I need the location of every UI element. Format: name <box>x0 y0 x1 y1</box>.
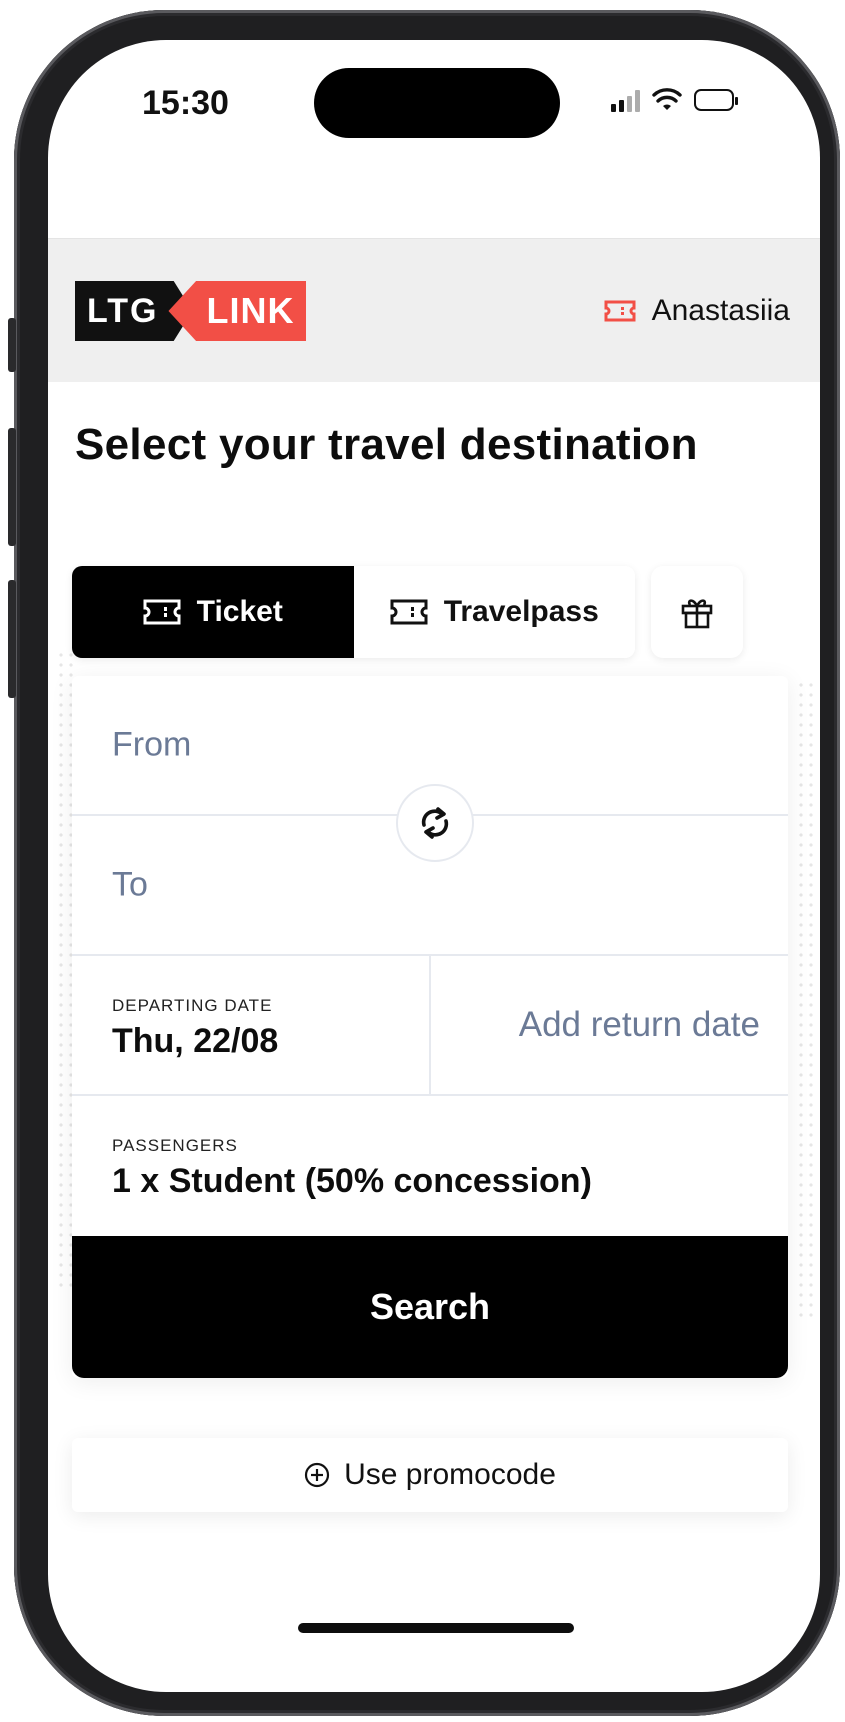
ticket-icon <box>143 599 181 625</box>
home-indicator[interactable] <box>298 1623 574 1633</box>
to-placeholder: To <box>112 865 148 904</box>
app-header: LTG LINK Anastasiia <box>48 238 820 382</box>
page-title: Select your travel destination <box>75 420 698 469</box>
from-placeholder: From <box>112 725 192 764</box>
status-time: 15:30 <box>142 84 229 122</box>
ticket-icon <box>390 599 428 625</box>
tab-travelpass[interactable]: Travelpass <box>353 566 635 658</box>
dates-row: DEPARTING DATE Thu, 22/08 Add return dat… <box>72 956 788 1096</box>
return-date-placeholder: Add return date <box>518 1005 760 1044</box>
tab-ticket[interactable]: Ticket <box>72 566 354 658</box>
promocode-label: Use promocode <box>344 1458 556 1491</box>
ticket-icon <box>604 300 636 322</box>
signal-icon <box>611 88 640 112</box>
ticket-type-tabs: Ticket Travelpass <box>72 566 635 658</box>
user-name: Anastasiia <box>651 294 790 327</box>
ltg-link-logo[interactable]: LTG LINK <box>75 281 307 341</box>
departing-date-field[interactable]: DEPARTING DATE Thu, 22/08 <box>72 956 429 1094</box>
tab-travelpass-label: Travelpass <box>443 595 599 628</box>
search-form-card: From To DEPARTING DATE Thu, 22/08 Add re… <box>72 676 788 1378</box>
battery-icon <box>694 89 738 111</box>
volume-up-button <box>8 428 16 546</box>
screen: 15:30 LTG LINK Anastasiia Select your tr… <box>48 40 820 1692</box>
passengers-field[interactable]: PASSENGERS 1 x Student (50% concession) <box>72 1096 788 1236</box>
user-account-button[interactable]: Anastasiia <box>604 294 790 328</box>
logo-link-text: LINK <box>168 281 307 341</box>
swap-icon <box>421 807 449 839</box>
gift-icon <box>681 599 713 629</box>
use-promocode-button[interactable]: Use promocode <box>72 1438 788 1512</box>
volume-down-button <box>8 580 16 698</box>
search-button[interactable]: Search <box>72 1236 788 1378</box>
dot-pattern-right <box>796 680 818 1320</box>
passengers-value: 1 x Student (50% concession) <box>112 1162 592 1200</box>
passengers-label: PASSENGERS <box>112 1136 238 1155</box>
return-date-field[interactable]: Add return date <box>429 956 788 1094</box>
status-icons <box>611 88 738 112</box>
departing-date-value: Thu, 22/08 <box>112 1022 279 1060</box>
silent-switch <box>8 318 16 372</box>
tab-ticket-label: Ticket <box>196 595 283 628</box>
swap-stations-button[interactable] <box>396 784 474 862</box>
dynamic-island <box>314 68 560 138</box>
departing-date-label: DEPARTING DATE <box>112 996 273 1015</box>
wifi-icon <box>652 88 682 110</box>
plus-circle-icon <box>305 1462 330 1488</box>
gift-card-button[interactable] <box>651 566 743 658</box>
